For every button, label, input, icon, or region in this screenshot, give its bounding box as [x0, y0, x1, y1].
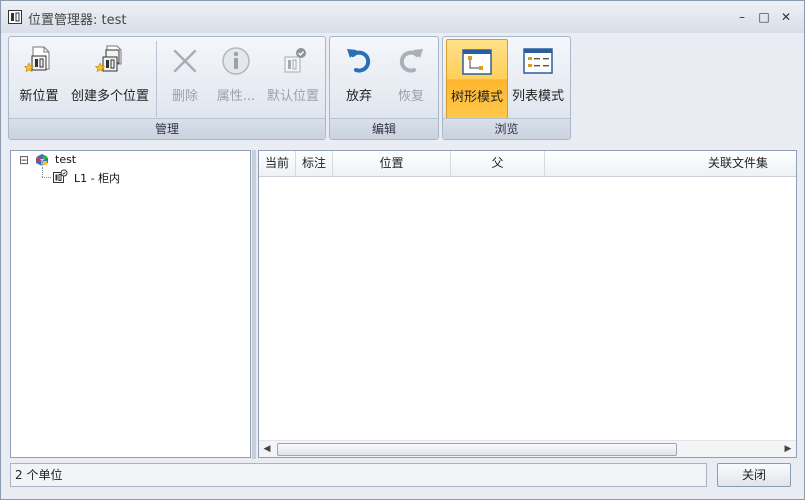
default-location-label: 默认位置: [266, 89, 319, 104]
status-bar: 2 个单位: [10, 463, 707, 487]
undo-label: 放弃: [345, 89, 372, 104]
ribbon-group-manage: 新位置 创建多个位置 删除 属性... 默认位置 管理: [8, 36, 326, 140]
group-caption-browse: 浏览: [443, 118, 570, 139]
new-location-button[interactable]: 新位置: [13, 39, 65, 119]
scroll-right-icon[interactable]: ▶: [780, 441, 796, 457]
default-location-icon: [284, 48, 306, 73]
tree-collapse-toggle[interactable]: ⊟: [19, 153, 29, 167]
delete-label: 删除: [171, 89, 198, 104]
tree-mode-icon: [462, 49, 492, 75]
location-list[interactable]: 当前 标注 位置 父 关联文件集 ◀ ▶: [258, 150, 797, 458]
create-multiple-locations-label: 创建多个位置: [70, 89, 149, 104]
close-window-button[interactable]: ✕: [777, 9, 795, 25]
horizontal-scrollbar[interactable]: ◀ ▶: [259, 440, 796, 457]
location-manager-window: 位置管理器: test – □ ✕ 新位置 创建多个位置 删除 属性... 默认…: [0, 0, 805, 500]
ribbon-separator: [156, 41, 157, 117]
column-parent[interactable]: 父: [451, 151, 545, 176]
cabinet-icon: [8, 10, 22, 24]
column-label[interactable]: 标注: [296, 151, 333, 176]
tree-connector: [42, 167, 44, 177]
default-location-button[interactable]: 默认位置: [262, 39, 324, 119]
close-button[interactable]: 关闭: [717, 463, 791, 487]
create-multiple-locations-icon: [94, 45, 122, 73]
tree-connector: [42, 177, 51, 179]
ribbon-group-edit: 放弃 恢复 编辑: [329, 36, 439, 140]
column-current[interactable]: 当前: [259, 151, 296, 176]
list-mode-label: 列表模式: [511, 89, 564, 104]
undo-icon: [347, 49, 371, 73]
create-multiple-locations-button[interactable]: 创建多个位置: [67, 39, 153, 119]
column-header-row: 当前 标注 位置 父 关联文件集: [259, 151, 796, 177]
column-linked-fileset[interactable]: 关联文件集: [545, 151, 796, 176]
project-cube-icon: [35, 154, 49, 166]
new-location-icon: [23, 46, 50, 73]
tree-root-label[interactable]: test: [55, 153, 76, 166]
delete-icon: [173, 49, 197, 73]
column-location[interactable]: 位置: [333, 151, 451, 176]
title-bar[interactable]: 位置管理器: test – □ ✕: [1, 1, 804, 33]
pane-splitter[interactable]: [252, 150, 256, 459]
delete-button[interactable]: 删除: [161, 39, 209, 119]
redo-button[interactable]: 恢复: [386, 39, 436, 119]
redo-label: 恢复: [397, 89, 424, 104]
new-location-label: 新位置: [19, 89, 59, 104]
redo-icon: [399, 49, 423, 73]
list-mode-icon: [523, 48, 553, 74]
ribbon-group-browse: 树形模式 列表模式 浏览: [442, 36, 571, 140]
tree-mode-label: 树形模式: [450, 90, 503, 105]
tree-mode-button[interactable]: 树形模式: [446, 39, 508, 119]
minimize-button[interactable]: –: [733, 9, 751, 25]
list-mode-button[interactable]: 列表模式: [509, 39, 567, 119]
group-caption-edit: 编辑: [330, 118, 438, 139]
group-caption-manage: 管理: [9, 118, 325, 139]
tree-node-label[interactable]: L1 - 柜内: [74, 170, 120, 186]
scrollbar-thumb[interactable]: [277, 443, 677, 456]
properties-label: 属性...: [216, 89, 256, 104]
maximize-button[interactable]: □: [755, 9, 773, 25]
properties-icon: [222, 47, 250, 75]
undo-button[interactable]: 放弃: [334, 39, 384, 119]
cabinet-location-icon: [53, 169, 68, 183]
scroll-left-icon[interactable]: ◀: [259, 441, 275, 457]
properties-button[interactable]: 属性...: [211, 39, 261, 119]
location-tree[interactable]: ⊟ test L1 - 柜内: [10, 150, 251, 458]
window-title: 位置管理器: test: [28, 13, 127, 28]
